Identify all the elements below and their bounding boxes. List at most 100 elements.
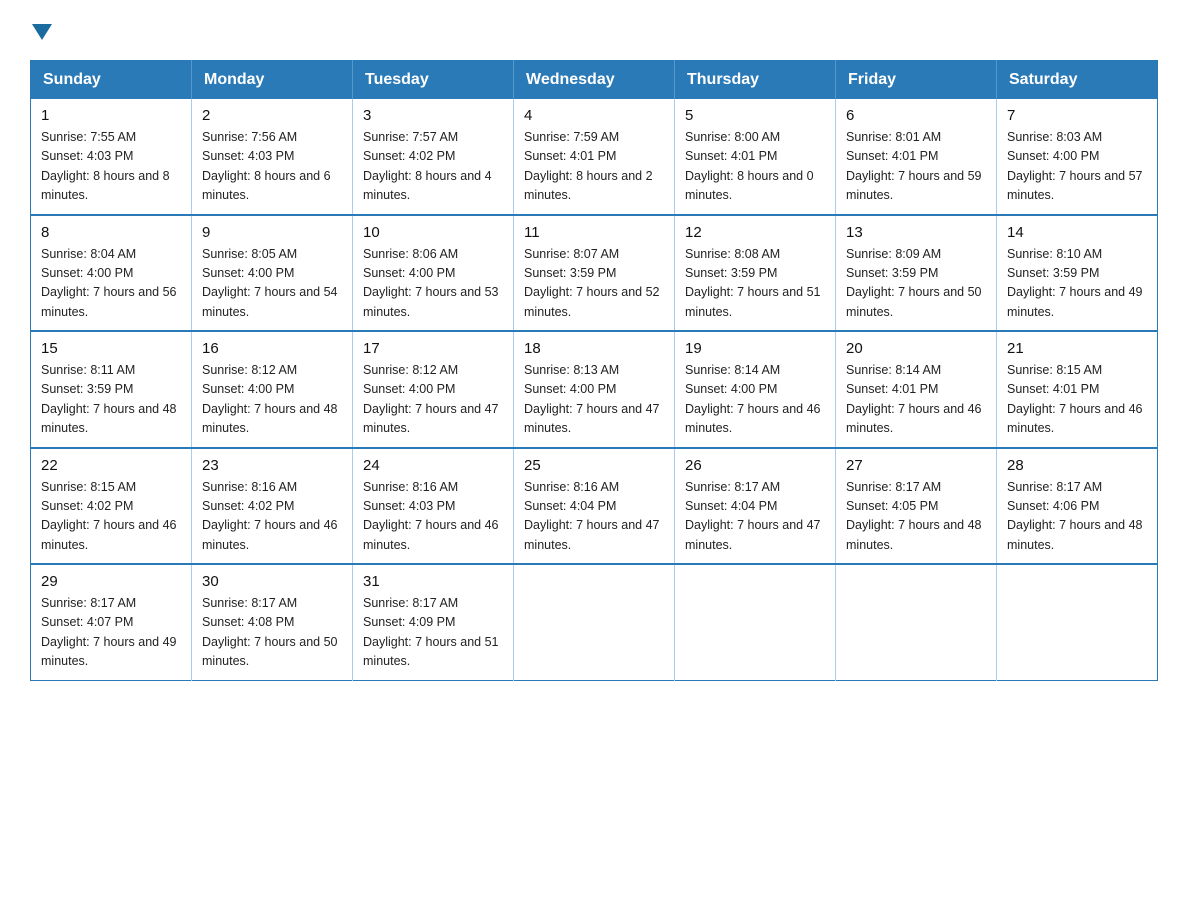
calendar-cell: 11Sunrise: 8:07 AMSunset: 3:59 PMDayligh… <box>514 215 675 332</box>
day-number: 5 <box>685 107 825 124</box>
calendar-cell: 27 Sunrise: 8:17 AMSunset: 4:05 PMDayligh… <box>836 448 997 565</box>
day-number: 23 <box>202 457 342 474</box>
day-number: 6 <box>846 107 986 124</box>
calendar-cell: 31 Sunrise: 8:17 AMSunset: 4:09 PMDayligh… <box>353 564 514 680</box>
calendar-cell: 15 Sunrise: 8:11 AMSunset: 3:59 PMDayligh… <box>31 331 192 448</box>
col-header-thursday: Thursday <box>675 61 836 100</box>
day-number: 12 <box>685 224 825 241</box>
day-number: 14 <box>1007 224 1147 241</box>
day-info: Sunrise: 8:17 AMSunset: 4:07 PMDaylight:… <box>41 594 181 672</box>
day-number: 7 <box>1007 107 1147 124</box>
calendar-cell: 8 Sunrise: 8:04 AMSunset: 4:00 PMDaylight… <box>31 215 192 332</box>
calendar-cell: 16Sunrise: 8:12 AMSunset: 4:00 PMDayligh… <box>192 331 353 448</box>
day-info: Sunrise: 8:09 AMSunset: 3:59 PMDaylight:… <box>846 245 986 323</box>
calendar-cell: 30 Sunrise: 8:17 AMSunset: 4:08 PMDayligh… <box>192 564 353 680</box>
day-number: 25 <box>524 457 664 474</box>
day-number: 31 <box>363 573 503 590</box>
day-number: 28 <box>1007 457 1147 474</box>
calendar-cell: 19 Sunrise: 8:14 AMSunset: 4:00 PMDayligh… <box>675 331 836 448</box>
calendar-cell: 20Sunrise: 8:14 AMSunset: 4:01 PMDayligh… <box>836 331 997 448</box>
day-number: 2 <box>202 107 342 124</box>
day-number: 15 <box>41 340 181 357</box>
calendar-cell: 26 Sunrise: 8:17 AMSunset: 4:04 PMDayligh… <box>675 448 836 565</box>
day-info: Sunrise: 8:12 AMSunset: 4:00 PMDaylight:… <box>363 361 503 439</box>
day-number: 18 <box>524 340 664 357</box>
calendar-cell: 10 Sunrise: 8:06 AMSunset: 4:00 PMDayligh… <box>353 215 514 332</box>
day-info: Sunrise: 8:16 AMSunset: 4:03 PMDaylight:… <box>363 478 503 556</box>
day-number: 24 <box>363 457 503 474</box>
calendar-week-row: 29 Sunrise: 8:17 AMSunset: 4:07 PMDayligh… <box>31 564 1158 680</box>
day-number: 29 <box>41 573 181 590</box>
calendar-week-row: 1 Sunrise: 7:55 AMSunset: 4:03 PMDaylight… <box>31 99 1158 215</box>
day-info: Sunrise: 7:56 AMSunset: 4:03 PMDaylight:… <box>202 128 342 206</box>
day-info: Sunrise: 8:01 AMSunset: 4:01 PMDaylight:… <box>846 128 986 206</box>
day-number: 8 <box>41 224 181 241</box>
day-number: 3 <box>363 107 503 124</box>
day-info: Sunrise: 8:03 AMSunset: 4:00 PMDaylight:… <box>1007 128 1147 206</box>
calendar-week-row: 8 Sunrise: 8:04 AMSunset: 4:00 PMDaylight… <box>31 215 1158 332</box>
calendar-cell: 22Sunrise: 8:15 AMSunset: 4:02 PMDayligh… <box>31 448 192 565</box>
day-info: Sunrise: 8:13 AMSunset: 4:00 PMDaylight:… <box>524 361 664 439</box>
calendar-cell: 24 Sunrise: 8:16 AMSunset: 4:03 PMDayligh… <box>353 448 514 565</box>
day-info: Sunrise: 7:55 AMSunset: 4:03 PMDaylight:… <box>41 128 181 206</box>
col-header-friday: Friday <box>836 61 997 100</box>
day-info: Sunrise: 8:16 AMSunset: 4:02 PMDaylight:… <box>202 478 342 556</box>
day-info: Sunrise: 8:16 AMSunset: 4:04 PMDaylight:… <box>524 478 664 556</box>
day-info: Sunrise: 8:00 AMSunset: 4:01 PMDaylight:… <box>685 128 825 206</box>
day-info: Sunrise: 8:06 AMSunset: 4:00 PMDaylight:… <box>363 245 503 323</box>
calendar-cell: 28 Sunrise: 8:17 AMSunset: 4:06 PMDayligh… <box>997 448 1158 565</box>
calendar-cell <box>997 564 1158 680</box>
day-number: 21 <box>1007 340 1147 357</box>
col-header-wednesday: Wednesday <box>514 61 675 100</box>
day-info: Sunrise: 8:14 AMSunset: 4:00 PMDaylight:… <box>685 361 825 439</box>
calendar-cell: 14 Sunrise: 8:10 AMSunset: 3:59 PMDayligh… <box>997 215 1158 332</box>
calendar-table: SundayMondayTuesdayWednesdayThursdayFrid… <box>30 60 1158 681</box>
day-number: 1 <box>41 107 181 124</box>
page-header <box>30 20 1158 40</box>
day-info: Sunrise: 8:17 AMSunset: 4:06 PMDaylight:… <box>1007 478 1147 556</box>
day-info: Sunrise: 7:59 AMSunset: 4:01 PMDaylight:… <box>524 128 664 206</box>
day-number: 26 <box>685 457 825 474</box>
day-info: Sunrise: 8:17 AMSunset: 4:08 PMDaylight:… <box>202 594 342 672</box>
calendar-cell: 2 Sunrise: 7:56 AMSunset: 4:03 PMDaylight… <box>192 99 353 215</box>
day-info: Sunrise: 8:14 AMSunset: 4:01 PMDaylight:… <box>846 361 986 439</box>
day-number: 19 <box>685 340 825 357</box>
day-number: 27 <box>846 457 986 474</box>
day-info: Sunrise: 8:15 AMSunset: 4:02 PMDaylight:… <box>41 478 181 556</box>
day-number: 16 <box>202 340 342 357</box>
day-info: Sunrise: 8:17 AMSunset: 4:09 PMDaylight:… <box>363 594 503 672</box>
day-number: 17 <box>363 340 503 357</box>
day-number: 9 <box>202 224 342 241</box>
logo <box>30 20 54 40</box>
calendar-week-row: 15 Sunrise: 8:11 AMSunset: 3:59 PMDayligh… <box>31 331 1158 448</box>
calendar-cell: 21Sunrise: 8:15 AMSunset: 4:01 PMDayligh… <box>997 331 1158 448</box>
day-info: Sunrise: 8:05 AMSunset: 4:00 PMDaylight:… <box>202 245 342 323</box>
day-number: 10 <box>363 224 503 241</box>
calendar-cell: 7 Sunrise: 8:03 AMSunset: 4:00 PMDaylight… <box>997 99 1158 215</box>
day-info: Sunrise: 8:17 AMSunset: 4:05 PMDaylight:… <box>846 478 986 556</box>
day-number: 11 <box>524 224 664 241</box>
day-info: Sunrise: 8:10 AMSunset: 3:59 PMDaylight:… <box>1007 245 1147 323</box>
calendar-cell: 5 Sunrise: 8:00 AMSunset: 4:01 PMDaylight… <box>675 99 836 215</box>
calendar-cell: 29 Sunrise: 8:17 AMSunset: 4:07 PMDayligh… <box>31 564 192 680</box>
day-info: Sunrise: 7:57 AMSunset: 4:02 PMDaylight:… <box>363 128 503 206</box>
day-info: Sunrise: 8:11 AMSunset: 3:59 PMDaylight:… <box>41 361 181 439</box>
calendar-cell <box>514 564 675 680</box>
calendar-cell: 18 Sunrise: 8:13 AMSunset: 4:00 PMDayligh… <box>514 331 675 448</box>
col-header-sunday: Sunday <box>31 61 192 100</box>
calendar-cell: 3 Sunrise: 7:57 AMSunset: 4:02 PMDaylight… <box>353 99 514 215</box>
day-info: Sunrise: 8:17 AMSunset: 4:04 PMDaylight:… <box>685 478 825 556</box>
calendar-week-row: 22Sunrise: 8:15 AMSunset: 4:02 PMDayligh… <box>31 448 1158 565</box>
calendar-cell: 9 Sunrise: 8:05 AMSunset: 4:00 PMDaylight… <box>192 215 353 332</box>
calendar-cell <box>836 564 997 680</box>
logo-arrow-icon <box>32 24 52 40</box>
calendar-cell: 12 Sunrise: 8:08 AMSunset: 3:59 PMDayligh… <box>675 215 836 332</box>
day-info: Sunrise: 8:08 AMSunset: 3:59 PMDaylight:… <box>685 245 825 323</box>
calendar-cell <box>675 564 836 680</box>
calendar-cell: 23 Sunrise: 8:16 AMSunset: 4:02 PMDayligh… <box>192 448 353 565</box>
calendar-cell: 13Sunrise: 8:09 AMSunset: 3:59 PMDayligh… <box>836 215 997 332</box>
day-number: 30 <box>202 573 342 590</box>
calendar-cell: 25 Sunrise: 8:16 AMSunset: 4:04 PMDayligh… <box>514 448 675 565</box>
calendar-cell: 1 Sunrise: 7:55 AMSunset: 4:03 PMDaylight… <box>31 99 192 215</box>
day-info: Sunrise: 8:04 AMSunset: 4:00 PMDaylight:… <box>41 245 181 323</box>
